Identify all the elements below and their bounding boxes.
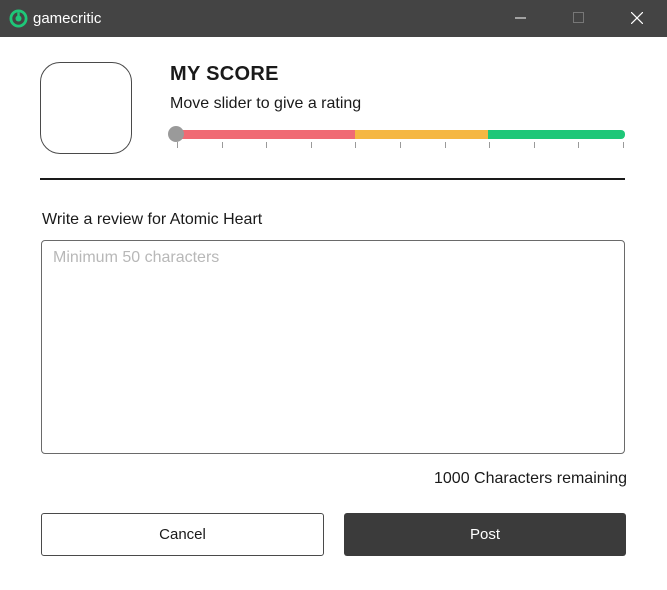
minimize-icon [515,17,526,19]
slider-tick [578,142,580,148]
section-divider [40,178,625,180]
close-icon [631,12,643,24]
slider-tick [400,142,401,148]
slider-track-low [176,130,355,139]
slider-tick [355,142,357,148]
score-heading: MY SCORE [170,63,279,85]
slider-tick [221,142,223,148]
slider-tick [444,142,446,148]
minimize-button[interactable] [498,0,544,37]
slider-tick [489,142,491,148]
slider-tick [310,142,312,148]
slider-tick [533,142,535,148]
slider-track-mid [355,130,488,139]
review-textarea[interactable] [41,240,625,454]
score-display-box [40,62,132,154]
maximize-button[interactable] [556,0,602,37]
slider-track-high [488,130,625,139]
maximize-icon [573,12,584,23]
app-title: gamecritic [33,10,102,27]
slider-tick [177,142,178,148]
slider-tick [623,142,624,148]
close-button[interactable] [614,0,660,37]
review-label: Write a review for Atomic Heart [42,211,263,228]
rating-slider[interactable] [168,124,630,152]
post-button[interactable]: Post [344,513,626,556]
chars-remaining: 1000 Characters remaining [434,470,627,487]
slider-thumb[interactable] [168,126,184,142]
slider-tick [266,142,268,148]
cancel-button[interactable]: Cancel [41,513,324,556]
gamecritic-logo-icon [9,9,28,28]
score-instruction: Move slider to give a rating [170,95,362,112]
title-bar: gamecritic [0,0,667,37]
